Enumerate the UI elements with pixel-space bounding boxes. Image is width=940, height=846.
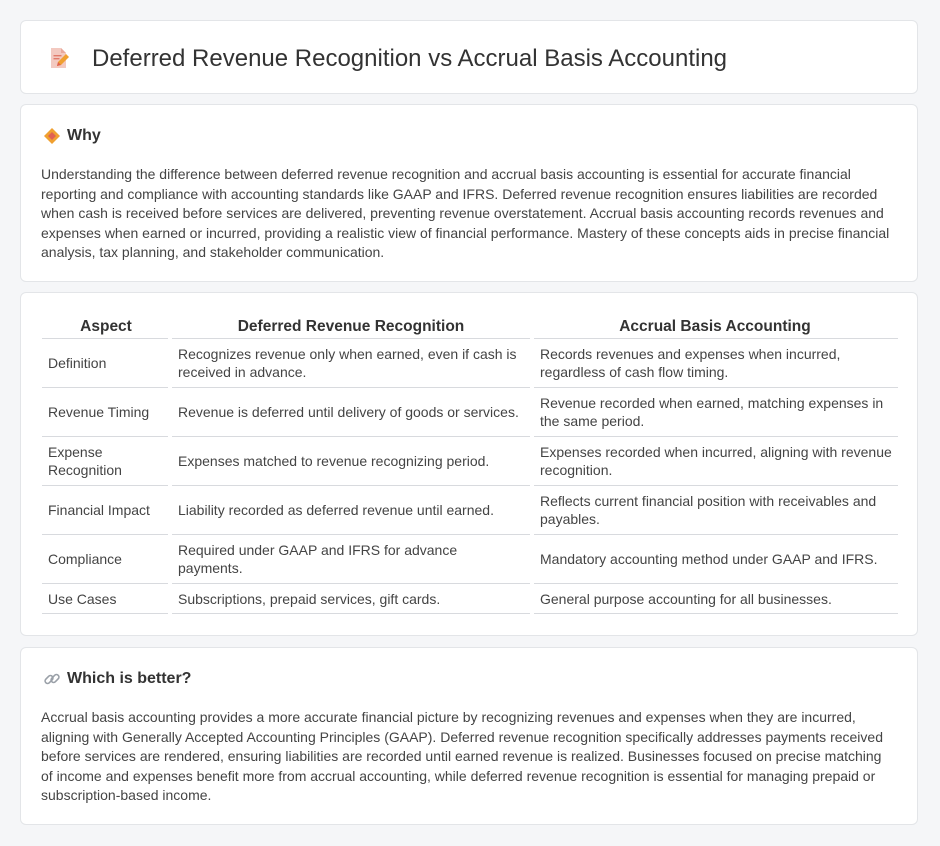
comparison-table: Aspect Deferred Revenue Recognition Accr… [42,316,898,614]
column-header-accrual: Accrual Basis Accounting [532,316,898,339]
table-row: Definition Recognizes revenue only when … [42,338,898,388]
accrual-cell: Records revenues and expenses when incur… [530,338,898,388]
aspect-cell: Revenue Timing [42,387,170,437]
link-icon [44,673,60,685]
deferred-cell: Expenses matched to revenue recognizing … [168,436,532,486]
table-row: Compliance Required under GAAP and IFRS … [42,534,898,584]
column-header-deferred: Deferred Revenue Recognition [170,316,532,339]
table-row: Expense Recognition Expenses matched to … [42,436,898,486]
comparison-section: Aspect Deferred Revenue Recognition Accr… [20,292,918,636]
column-header-aspect: Aspect [42,316,170,339]
aspect-cell: Definition [42,338,170,388]
page-title: Deferred Revenue Recognition vs Accrual … [92,45,728,72]
accrual-cell: Revenue recorded when earned, matching e… [530,387,898,437]
diamond-icon [44,128,60,144]
why-heading: Why [67,127,101,144]
better-heading: Which is better? [67,670,192,687]
document-edit-icon [51,48,69,68]
aspect-cell: Use Cases [42,583,170,614]
table-header-row: Aspect Deferred Revenue Recognition Accr… [42,316,898,339]
deferred-cell: Revenue is deferred until delivery of go… [168,387,532,437]
deferred-cell: Liability recorded as deferred revenue u… [168,485,532,535]
table-row: Revenue Timing Revenue is deferred until… [42,387,898,437]
why-section: Why Understanding the difference between… [20,104,918,282]
why-text: Understanding the difference between def… [41,166,890,261]
accrual-cell: Expenses recorded when incurred, alignin… [530,436,898,486]
aspect-cell: Financial Impact [42,485,170,535]
deferred-cell: Required under GAAP and IFRS for advance… [168,534,532,584]
better-text: Accrual basis accounting provides a more… [41,709,883,804]
aspect-cell: Expense Recognition [42,436,170,486]
table-row: Use Cases Subscriptions, prepaid service… [42,583,898,614]
which-is-better-section: Which is better? Accrual basis accountin… [20,647,918,825]
header-card: Deferred Revenue Recognition vs Accrual … [20,20,918,94]
accrual-cell: General purpose accounting for all busin… [530,583,898,614]
deferred-cell: Subscriptions, prepaid services, gift ca… [168,583,532,614]
deferred-cell: Recognizes revenue only when earned, eve… [168,338,532,388]
table-row: Financial Impact Liability recorded as d… [42,485,898,535]
accrual-cell: Mandatory accounting method under GAAP a… [530,534,898,584]
accrual-cell: Reflects current financial position with… [530,485,898,535]
aspect-cell: Compliance [42,534,170,584]
